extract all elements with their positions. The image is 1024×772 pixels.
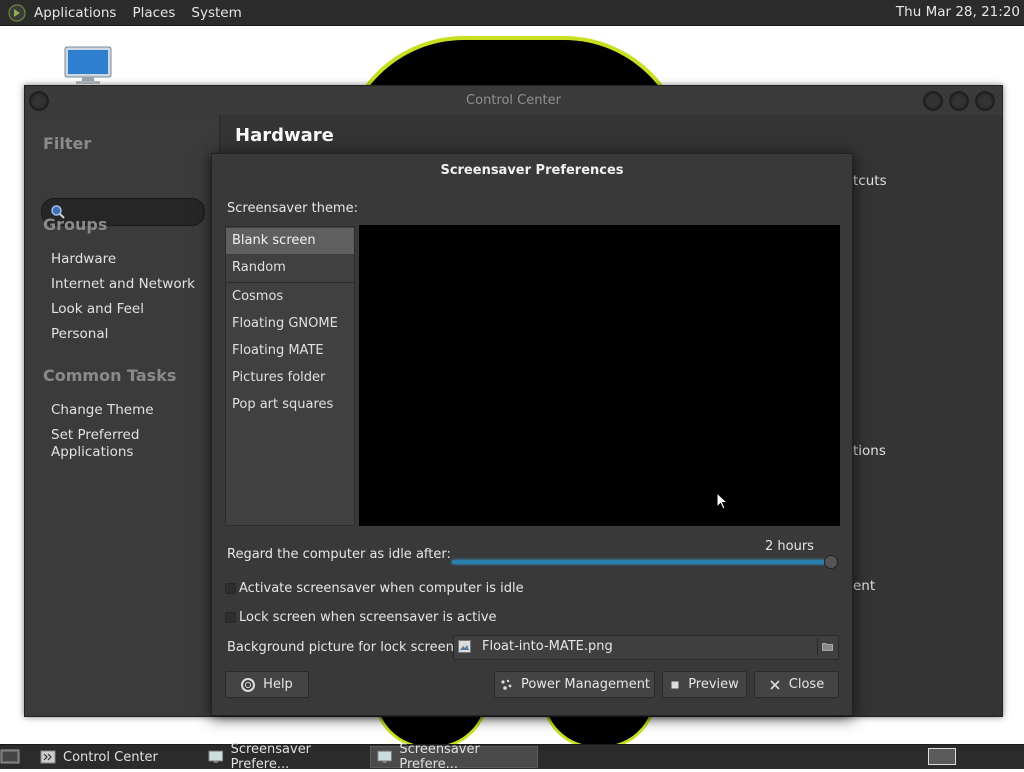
system-menu[interactable]: System	[191, 5, 241, 21]
lock-screen-checkbox[interactable]	[225, 612, 236, 623]
taskbar-item-screensaver-1[interactable]: Screensaver Prefere...	[202, 742, 370, 772]
power-management-button[interactable]: Power Management	[494, 671, 655, 698]
activate-screensaver-label[interactable]: Activate screensaver when computer is id…	[239, 581, 524, 596]
activate-screensaver-checkbox[interactable]	[225, 583, 236, 594]
group-look-and-feel[interactable]: Look and Feel	[51, 301, 211, 318]
close-icon	[769, 679, 781, 691]
theme-item-cosmos[interactable]: Cosmos	[226, 284, 354, 310]
groups-heading: Groups	[43, 215, 108, 234]
theme-separator	[226, 282, 354, 283]
taskbar-item-screensaver-2[interactable]: Screensaver Prefere...	[370, 742, 538, 772]
power-icon	[499, 678, 513, 692]
mate-logo-icon[interactable]	[8, 3, 26, 22]
theme-preview	[359, 225, 840, 526]
theme-item-pop-art-squares[interactable]: Pop art squares	[226, 392, 354, 418]
background-file-chooser[interactable]: Float-into-MATE.png	[453, 635, 839, 660]
taskbar-item-control-center[interactable]: Control Center	[34, 746, 202, 768]
close-label: Close	[788, 677, 825, 692]
theme-item-random[interactable]: Random	[226, 255, 354, 281]
power-management-label: Power Management	[520, 677, 651, 692]
screensaver-icon	[377, 750, 392, 763]
filter-heading: Filter	[43, 134, 92, 153]
group-internet-network[interactable]: Internet and Network	[51, 276, 211, 293]
preview-icon	[670, 680, 680, 690]
control-center-icon	[40, 750, 56, 764]
slider-handle[interactable]	[824, 555, 838, 569]
screensaver-preferences-dialog: Screensaver Preferences Screensaver them…	[211, 153, 853, 716]
help-button[interactable]: Help	[225, 671, 309, 698]
close-button[interactable]: Close	[754, 671, 839, 698]
window-title: Control Center	[466, 93, 561, 108]
theme-label: Screensaver theme:	[227, 201, 358, 216]
slider-track	[452, 560, 826, 564]
common-tasks-heading: Common Tasks	[43, 366, 177, 385]
mouse-cursor-icon	[716, 492, 728, 510]
minimize-button[interactable]	[923, 91, 943, 111]
preview-label: Preview	[688, 677, 739, 692]
idle-value: 2 hours	[765, 539, 814, 554]
clock[interactable]: Thu Mar 28, 21:20	[896, 4, 1020, 20]
folder-icon	[822, 643, 833, 651]
lock-screen-label[interactable]: Lock screen when screensaver is active	[239, 610, 497, 625]
show-desktop-icon[interactable]	[0, 748, 20, 765]
group-personal[interactable]: Personal	[51, 326, 211, 343]
background-picture-label: Background picture for lock screen:	[227, 640, 459, 655]
idle-label: Regard the computer as idle after:	[227, 547, 451, 562]
close-window-button[interactable]	[975, 91, 995, 111]
computer-icon[interactable]	[64, 46, 112, 86]
control-center-sidebar: Filter Groups Hardware Internet and Netw…	[25, 116, 220, 716]
bottom-panel: Control Center Screensaver Prefere... Sc…	[0, 742, 1024, 772]
help-icon	[241, 677, 256, 692]
control-center-titlebar[interactable]: Control Center	[25, 86, 1002, 116]
dialog-title: Screensaver Preferences	[440, 163, 624, 178]
help-label: Help	[263, 677, 293, 692]
maximize-button[interactable]	[949, 91, 969, 111]
theme-item-pictures-folder[interactable]: Pictures folder	[226, 365, 354, 391]
idle-time-slider[interactable]	[452, 555, 838, 569]
image-file-icon	[458, 640, 471, 653]
task-change-theme[interactable]: Change Theme	[51, 402, 211, 419]
background-file-name: Float-into-MATE.png	[482, 639, 613, 654]
open-folder-button[interactable]	[817, 638, 836, 655]
theme-item-floating-gnome[interactable]: Floating GNOME	[226, 311, 354, 337]
preview-button[interactable]: Preview	[662, 671, 747, 698]
group-hardware[interactable]: Hardware	[51, 251, 211, 268]
places-menu[interactable]: Places	[132, 5, 175, 21]
applications-menu[interactable]: Applications	[34, 5, 116, 21]
hidden-item-text[interactable]: ent	[853, 578, 875, 594]
hidden-item-text[interactable]: tcuts	[853, 173, 887, 189]
hidden-item-text[interactable]: tions	[853, 443, 886, 459]
theme-list[interactable]: Blank screen Random Cosmos Floating GNOM…	[225, 226, 355, 526]
screensaver-icon	[208, 750, 224, 763]
hardware-heading: Hardware	[235, 125, 334, 146]
task-set-preferred-apps[interactable]: Set Preferred Applications	[51, 427, 161, 461]
theme-item-floating-mate[interactable]: Floating MATE	[226, 338, 354, 364]
theme-item-blank-screen[interactable]: Blank screen	[226, 228, 354, 254]
taskbar-label: Control Center	[63, 749, 158, 765]
top-panel: Applications Places System Thu Mar 28, 2…	[0, 0, 1024, 26]
workspace-switcher[interactable]	[928, 748, 956, 765]
